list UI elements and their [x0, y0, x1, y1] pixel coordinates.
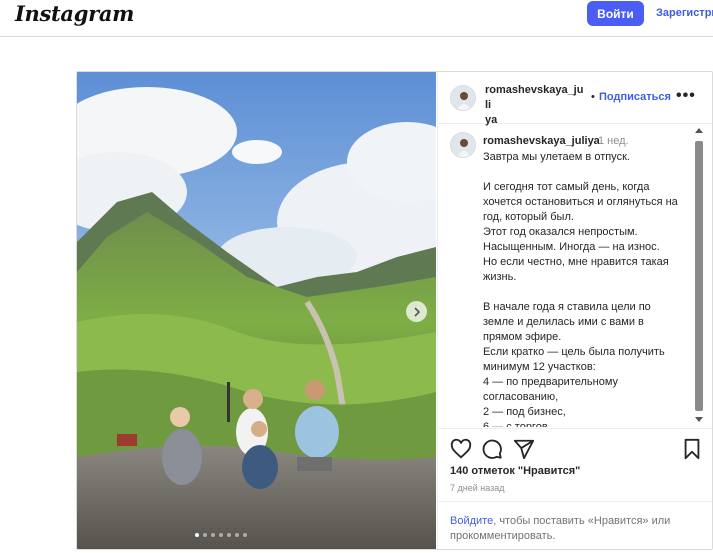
- instagram-logo[interactable]: Instagram: [15, 1, 134, 26]
- heart-icon: [450, 438, 472, 459]
- chevron-right-icon: [413, 306, 420, 317]
- post-date[interactable]: 7 дней назад: [450, 483, 505, 493]
- carousel-dot: [227, 533, 231, 537]
- caption-line: Этот год оказался непростым.: [483, 226, 638, 238]
- post-actions: 140 отметок "Нравится" 7 дней назад: [438, 428, 712, 500]
- login-prompt: Войдите, чтобы поставить «Нравится» или …: [438, 501, 712, 549]
- caption-text: Завтра мы улетаем в отпуск. И сегодня тот…: [483, 150, 693, 427]
- top-bar: Instagram Войти Зарегистри: [0, 0, 713, 37]
- caption-line: Но если честно, мне нравится такая: [483, 256, 669, 268]
- carousel-dot: [219, 533, 223, 537]
- post-sidebar: romashevskaya_juli ya • Подписаться ••• …: [437, 72, 712, 549]
- caption-line: хочется остановиться и оглянуться на: [483, 196, 678, 208]
- caption-line: прямом эфире.: [483, 331, 562, 343]
- caption-line: И сегодня тот самый день, когда: [483, 181, 650, 193]
- carousel-dot: [211, 533, 215, 537]
- caption-scrollbar[interactable]: [694, 125, 704, 427]
- login-link[interactable]: Войдите: [450, 515, 493, 527]
- caption-avatar[interactable]: [450, 132, 476, 158]
- caption-line: В начале года я ставила цели по: [483, 301, 651, 313]
- caption-line: Завтра мы улетаем в отпуск.: [483, 151, 630, 163]
- caption-line: Если кратко — цель была получить: [483, 346, 665, 358]
- like-button[interactable]: [450, 438, 472, 460]
- carousel-dots: [195, 533, 247, 537]
- caption-line: 6 — с торгов.: [483, 421, 551, 427]
- caption-blank-line: [483, 165, 693, 180]
- scroll-down-arrow[interactable]: [695, 417, 703, 422]
- caption-blank-line: [483, 285, 693, 300]
- next-photo-button[interactable]: [406, 301, 427, 322]
- caption-line: 4 — по предварительному: [483, 376, 619, 388]
- post-header: romashevskaya_juli ya • Подписаться •••: [438, 72, 712, 126]
- photo-image: [77, 72, 436, 549]
- carousel-dot: [243, 533, 247, 537]
- caption-username[interactable]: romashevskaya_juliya: [483, 135, 600, 147]
- login-button[interactable]: Войти: [587, 1, 644, 26]
- caption-line: жизнь.: [483, 271, 517, 283]
- more-options-button[interactable]: •••: [676, 87, 696, 105]
- carousel-dot: [203, 533, 207, 537]
- author-username[interactable]: romashevskaya_juli ya: [485, 83, 585, 128]
- share-icon: [513, 439, 535, 460]
- bookmark-icon: [684, 438, 700, 460]
- follow-button[interactable]: Подписаться: [599, 91, 671, 103]
- post-card: romashevskaya_juli ya • Подписаться ••• …: [76, 71, 713, 550]
- caption-time[interactable]: 1 нед.: [598, 135, 629, 147]
- likes-count[interactable]: 140 отметок "Нравится": [450, 465, 580, 477]
- caption-line: Насыщенным. Иногда — на износ.: [483, 241, 660, 253]
- save-button[interactable]: [681, 438, 703, 460]
- caption-line: год, который был.: [483, 211, 574, 223]
- share-button[interactable]: [513, 438, 535, 460]
- register-link[interactable]: Зарегистри: [656, 7, 713, 19]
- scroll-up-arrow[interactable]: [695, 128, 703, 133]
- comment-icon: [482, 439, 502, 459]
- caption-line: минимум 12 участков:: [483, 361, 596, 373]
- caption-line: 2 — под бизнес,: [483, 406, 566, 418]
- separator-dot: •: [591, 91, 595, 103]
- avatar[interactable]: [450, 85, 476, 111]
- carousel-dot: [235, 533, 239, 537]
- login-prompt-text: Войдите, чтобы поставить «Нравится» или …: [450, 514, 700, 544]
- caption-line: согласованию,: [483, 391, 559, 403]
- caption-line: земле и делилась ими с вами в: [483, 316, 644, 328]
- scrollbar-thumb[interactable]: [695, 141, 703, 411]
- author-username-part1: romashevskaya_juli: [485, 84, 584, 111]
- post-photo[interactable]: [77, 72, 436, 549]
- carousel-dot: [195, 533, 199, 537]
- comment-button[interactable]: [481, 438, 503, 460]
- caption-area[interactable]: romashevskaya_juliya 1 нед. Завтра мы ул…: [438, 125, 712, 427]
